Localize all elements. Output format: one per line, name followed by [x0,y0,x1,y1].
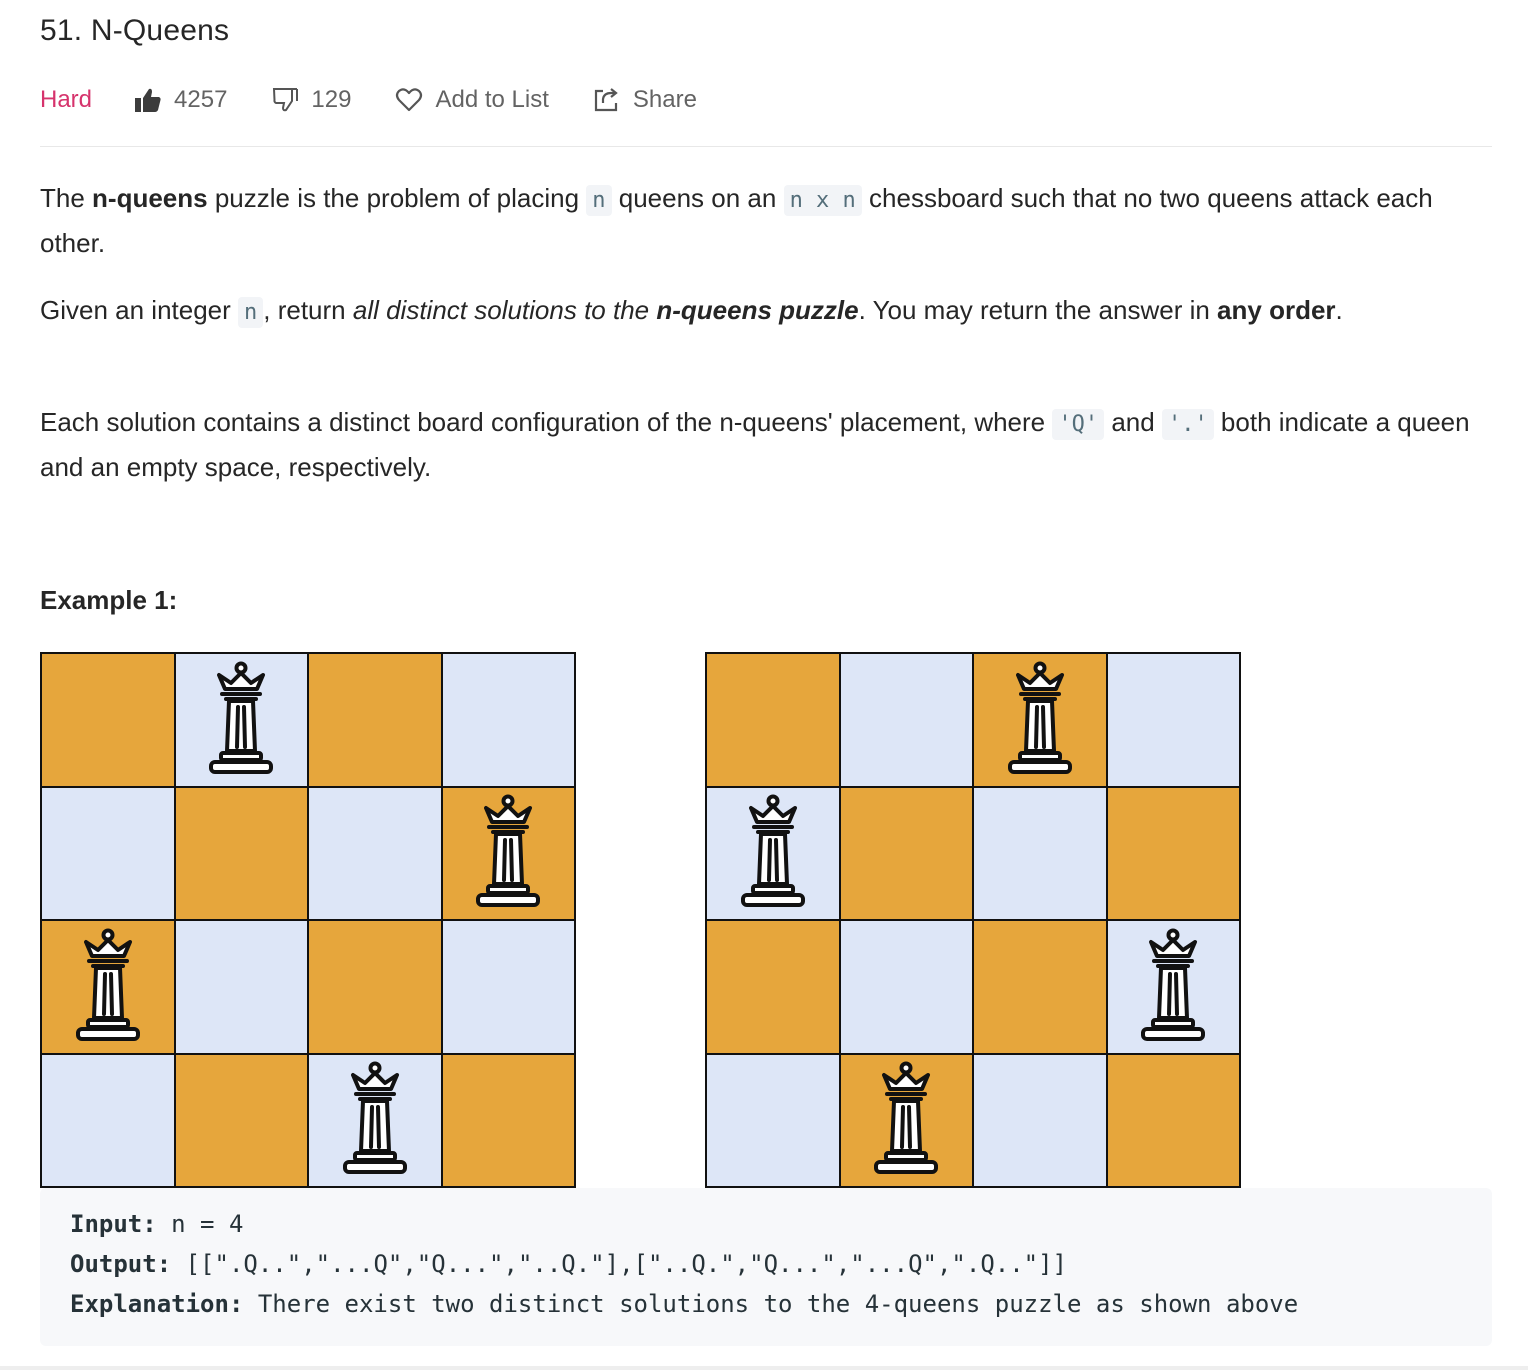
board-cell [309,921,441,1053]
example-code-block: Input: n = 4 Output: [[".Q..","...Q","Q.… [40,1188,1492,1346]
description-paragraph-1: The n-queens puzzle is the problem of pl… [40,177,1480,264]
text: Given an integer [40,295,239,325]
bold-term: n-queens [92,183,208,213]
text: . You may return the answer in [858,295,1218,325]
board-cell-queen [442,787,574,919]
board-cell [707,654,839,786]
board-cell [707,1054,839,1186]
input-label: Input: [70,1210,157,1238]
board-cell [1107,1054,1239,1186]
queen-icon [1007,661,1072,774]
board-cell-queen [707,787,839,919]
text: Each solution contains a distinct board … [40,407,1053,437]
share-label: Share [632,86,697,113]
text: , return [263,295,353,325]
board-cell [175,921,307,1053]
queen-icon [740,794,805,908]
board-cell [309,787,441,919]
add-to-list-label: Add to List [435,86,549,113]
board-cell-queen [175,654,307,786]
board-cell [175,787,307,919]
board-cell [1107,654,1239,786]
problem-meta-bar: Hard 4257 129 Add to List Share [40,78,741,122]
queen-icon [342,1061,407,1175]
inline-code: n [586,185,612,216]
inline-code: n [238,297,264,328]
inline-code: n x n [783,185,862,216]
output-line: Output: [[".Q..","...Q","Q...","..Q."],[… [70,1250,1067,1278]
text: The [40,183,93,213]
share-icon [594,88,618,112]
board-cell [840,787,972,919]
text: puzzle is the problem of placing [207,183,587,213]
board-cell-queen [840,1054,972,1186]
explanation-value: There exist two distinct solutions to th… [243,1290,1299,1318]
output-label: Output: [70,1250,172,1278]
board-cell [840,921,972,1053]
header-divider [40,146,1492,147]
example-title: Example 1: [40,585,178,615]
board-cell [42,654,174,786]
italic-text: all distinct solutions to the [352,295,657,325]
board-cell [175,1054,307,1186]
chessboard-solution-2 [705,652,1241,1188]
thumbs-down-icon [273,88,299,112]
bold-term: any order [1217,295,1336,325]
board-cell [442,1054,574,1186]
output-value: [[".Q..","...Q","Q...","..Q."],["..Q.","… [171,1250,1068,1278]
board-cell-queen [309,1054,441,1186]
queen-icon [1141,928,1206,1041]
board-cell [840,654,972,786]
share-button[interactable]: Share [593,86,697,114]
board-cell [974,921,1106,1053]
board-cell [442,921,574,1053]
explanation-line: Explanation: There exist two distinct so… [70,1290,1298,1318]
board-cell [707,921,839,1053]
board-cell [974,1054,1106,1186]
board-cell-queen [42,921,174,1053]
text: and [1104,407,1162,437]
board-cell [442,654,574,786]
heart-icon [396,88,423,112]
board-cell [1107,787,1239,919]
queen-icon [476,794,541,908]
bottom-rule [0,1366,1528,1370]
inline-code: 'Q' [1052,409,1105,440]
difficulty-badge: Hard [40,86,93,113]
input-value: n = 4 [156,1210,244,1238]
description-paragraph-2: Given an integer n, return all distinct … [40,289,1480,334]
problem-title: 51. N-Queens [40,14,230,47]
dislike-count: 129 [311,86,352,113]
board-cell-queen [974,654,1106,786]
input-line: Input: n = 4 [70,1210,243,1238]
chessboard-solution-1 [40,652,576,1188]
queen-icon [209,661,274,774]
board-cell-queen [1107,921,1239,1053]
description-paragraph-3: Each solution contains a distinct board … [40,401,1480,488]
explanation-label: Explanation: [70,1290,244,1318]
text: . [1335,295,1343,325]
inline-code: '.' [1161,409,1214,440]
dislike-button[interactable]: 129 [271,86,351,114]
like-count: 4257 [174,86,228,113]
text: queens on an [611,183,784,213]
like-button[interactable]: 4257 [134,86,227,114]
bold-italic-term: n-queens puzzle [656,295,859,325]
queen-icon [75,928,140,1041]
thumbs-up-icon [135,88,161,112]
board-cell [42,787,174,919]
add-to-list-button[interactable]: Add to List [395,86,549,114]
queen-icon [874,1061,939,1175]
board-cell [974,787,1106,919]
board-cell [309,654,441,786]
board-cell [42,1054,174,1186]
